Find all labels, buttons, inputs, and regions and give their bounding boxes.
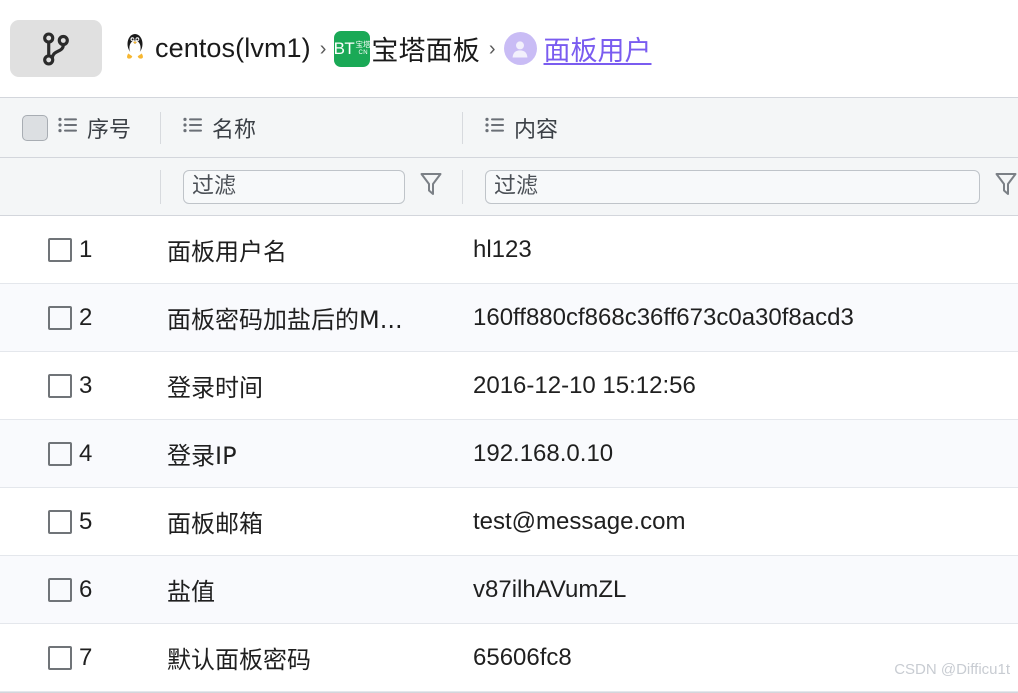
row-checkbox[interactable] — [48, 441, 72, 466]
table-filter-row — [0, 158, 1018, 216]
bt-logo-main-text: BT — [333, 39, 355, 58]
breadcrumb-separator-2: › — [488, 37, 496, 60]
filter-cell-name — [160, 169, 462, 204]
row-name: 盐值 — [167, 578, 215, 606]
breadcrumb-label-centos: centos(lvm1) — [155, 33, 311, 63]
funnel-filter-icon[interactable] — [419, 171, 443, 202]
row-checkbox[interactable] — [48, 237, 72, 262]
row-index: 5 — [79, 507, 93, 535]
breadcrumb-item-centos[interactable]: centos(lvm1) — [123, 31, 311, 66]
row-index: 6 — [79, 575, 93, 603]
row-index: 2 — [79, 303, 93, 331]
row-index: 4 — [79, 439, 93, 467]
row-name: 登录IP — [167, 442, 237, 470]
table-header-label-name: 名称 — [212, 117, 257, 143]
table-header-cell-name[interactable]: 名称 — [160, 111, 462, 144]
bt-logo-sub-bottom: CN — [358, 50, 369, 56]
row-index: 3 — [79, 371, 93, 399]
linux-tux-icon — [123, 31, 147, 66]
breadcrumb-separator: › — [319, 37, 327, 60]
select-all-checkbox[interactable] — [22, 114, 48, 141]
table-row[interactable]: 2 面板密码加盐后的M... 160ff880cf868c36ff673c0a3… — [0, 284, 1018, 352]
table-header-label-index: 序号 — [87, 117, 132, 143]
table-row[interactable]: 6 盐值 v87ilhAVumZL — [0, 556, 1018, 624]
table-row[interactable]: 5 面板邮箱 test@message.com — [0, 488, 1018, 556]
list-columns-icon — [183, 117, 203, 138]
row-index: 7 — [79, 643, 93, 671]
breadcrumb-label-bt-panel: 宝塔面板 — [371, 36, 480, 67]
table-header-cell-value[interactable]: 内容 — [462, 111, 1018, 144]
table-row[interactable]: 4 登录IP 192.168.0.10 — [0, 420, 1018, 488]
filter-cell-value — [462, 169, 1018, 204]
breadcrumb-bar: centos(lvm1) › BT 宝塔 CN 宝塔面板 › 面板用户 — [0, 0, 1018, 97]
row-index: 1 — [79, 235, 93, 263]
git-branch-button[interactable] — [10, 20, 102, 77]
row-name: 面板用户名 — [167, 238, 287, 266]
bt-panel-logo-icon: BT 宝塔 CN — [333, 30, 371, 67]
breadcrumb: centos(lvm1) › BT 宝塔 CN 宝塔面板 › 面板用户 — [123, 29, 652, 68]
bt-logo-sub-top: 宝塔 — [355, 40, 371, 49]
list-columns-icon — [485, 117, 505, 138]
data-table: 序号 名称 内容 过滤 过滤 1 面板用户名 hl123 2 面板密码加盐后的M… — [0, 97, 1018, 693]
git-branch-icon — [41, 31, 71, 66]
breadcrumb-item-panel-user[interactable]: 面板用户 — [503, 29, 652, 68]
row-value: hl123 — [473, 235, 532, 263]
table-header-cell-index[interactable]: 序号 — [0, 112, 160, 144]
row-value: 160ff880cf868c36ff673c0a30f8acd3 — [473, 303, 854, 331]
table-header-row: 序号 名称 内容 — [0, 98, 1018, 158]
filter-input-name[interactable] — [183, 169, 405, 204]
funnel-filter-icon[interactable] — [994, 171, 1018, 202]
table-row[interactable]: 1 面板用户名 hl123 — [0, 216, 1018, 284]
row-checkbox[interactable] — [48, 373, 72, 398]
breadcrumb-link-panel-user[interactable]: 面板用户 — [544, 29, 652, 68]
table-row[interactable]: 3 登录时间 2016-12-10 15:12:56 — [0, 352, 1018, 420]
breadcrumb-item-bt-panel[interactable]: BT 宝塔 CN 宝塔面板 — [333, 29, 480, 68]
user-avatar-icon — [503, 32, 537, 65]
row-checkbox[interactable] — [48, 577, 72, 602]
list-columns-icon — [58, 117, 78, 138]
row-value: v87ilhAVumZL — [473, 575, 627, 603]
row-value: 192.168.0.10 — [473, 439, 614, 467]
row-value: 2016-12-10 15:12:56 — [473, 371, 696, 399]
row-name: 面板邮箱 — [167, 510, 263, 538]
row-name: 默认面板密码 — [167, 646, 311, 674]
row-value: 65606fc8 — [473, 643, 572, 671]
row-checkbox[interactable] — [48, 305, 72, 330]
row-name: 面板密码加盐后的M... — [167, 306, 403, 334]
row-value: test@message.com — [473, 507, 686, 535]
filter-input-value[interactable] — [485, 169, 980, 204]
table-header-label-value: 内容 — [514, 117, 559, 143]
row-checkbox[interactable] — [48, 509, 72, 534]
row-name: 登录时间 — [167, 374, 263, 402]
row-checkbox[interactable] — [48, 645, 72, 670]
